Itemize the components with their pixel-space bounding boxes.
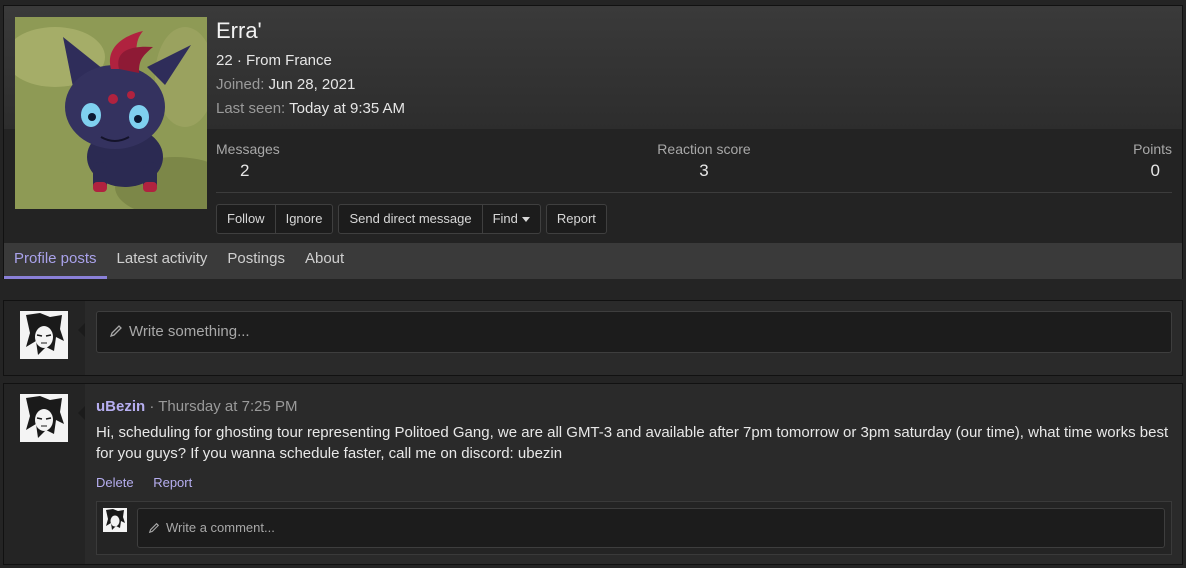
write-comment-input[interactable]: Write a comment... [137,508,1165,548]
tab-postings[interactable]: Postings [217,243,295,279]
tab-latest-activity[interactable]: Latest activity [107,243,218,279]
last-seen-value[interactable]: Today at 9:35 AM [289,100,405,117]
post-author-link[interactable]: uBezin [96,398,145,415]
tab-about[interactable]: About [295,243,354,279]
stat-messages-value[interactable]: 2 [216,161,296,181]
joined-label: Joined: [216,76,265,93]
stat-messages-label: Messages [216,141,280,157]
caret-down-icon [521,217,530,223]
stat-reaction-score[interactable]: Reaction score 3 [636,141,772,181]
write-something-input[interactable]: Write something... [96,311,1172,353]
post-actions: Delete Report [96,475,208,490]
post-author-avatar[interactable] [20,394,68,442]
tab-profile-posts[interactable]: Profile posts [4,243,107,279]
current-user-avatar[interactable] [20,311,68,359]
comment-composer: Write a comment... [96,501,1172,555]
profile-action-buttons: Follow Ignore Send direct message Find R… [216,204,612,234]
manga-avatar-image [20,311,68,359]
delete-post-link[interactable]: Delete [96,475,134,490]
write-comment-placeholder: Write a comment... [166,520,275,535]
stat-points[interactable]: Points 0 [1112,141,1172,181]
post-arrow [78,406,85,420]
manga-avatar-image [103,508,127,532]
profile-stats: Messages 2 Reaction score 3 Points 0 [216,141,1172,193]
comment-user-avatar[interactable] [103,508,127,532]
report-post-link[interactable]: Report [153,475,192,490]
message-find-group: Send direct message Find [338,204,541,234]
member-profile-header: Erra' 22 · From France Joined: Jun 28, 2… [3,5,1183,279]
post-timestamp[interactable]: Thursday at 7:25 PM [158,398,297,415]
send-direct-message-button[interactable]: Send direct message [339,205,483,233]
manga-avatar-image [20,394,68,442]
find-label: Find [492,211,518,226]
pencil-icon [148,522,160,534]
profile-username: Erra' [216,18,262,43]
stat-reaction-value[interactable]: 3 [636,161,772,181]
post-body: Hi, scheduling for ghosting tour represe… [96,424,1169,462]
follow-ignore-group: Follow Ignore [216,204,334,234]
zorua-avatar-image [15,17,207,209]
post-header: uBezin · Thursday at 7:25 PM [96,398,297,415]
stat-points-value[interactable]: 0 [1112,161,1172,181]
pencil-icon [109,325,122,338]
last-seen-label: Last seen: [216,100,286,117]
profile-last-seen: Last seen: Today at 9:35 AM [216,100,405,117]
composer-arrow [78,323,85,337]
report-group: Report [545,204,607,234]
report-profile-button[interactable]: Report [547,205,606,233]
joined-value: Jun 28, 2021 [268,76,356,93]
profile-avatar[interactable] [15,17,207,209]
profile-age-location: 22 · From France [216,52,332,69]
profile-joined: Joined: Jun 28, 2021 [216,76,355,93]
stat-messages[interactable]: Messages 2 [216,141,296,181]
find-dropdown-button[interactable]: Find [483,205,540,233]
profile-tabs: Profile posts Latest activity Postings A… [4,243,1182,279]
write-something-placeholder: Write something... [129,323,250,340]
stat-points-label: Points [1133,141,1172,157]
profile-post: uBezin · Thursday at 7:25 PM Hi, schedul… [3,383,1183,565]
stat-reaction-label: Reaction score [657,141,751,157]
follow-button[interactable]: Follow [217,205,276,233]
profile-post-composer: Write something... [3,300,1183,376]
ignore-button[interactable]: Ignore [276,205,333,233]
post-separator: · [145,398,159,415]
